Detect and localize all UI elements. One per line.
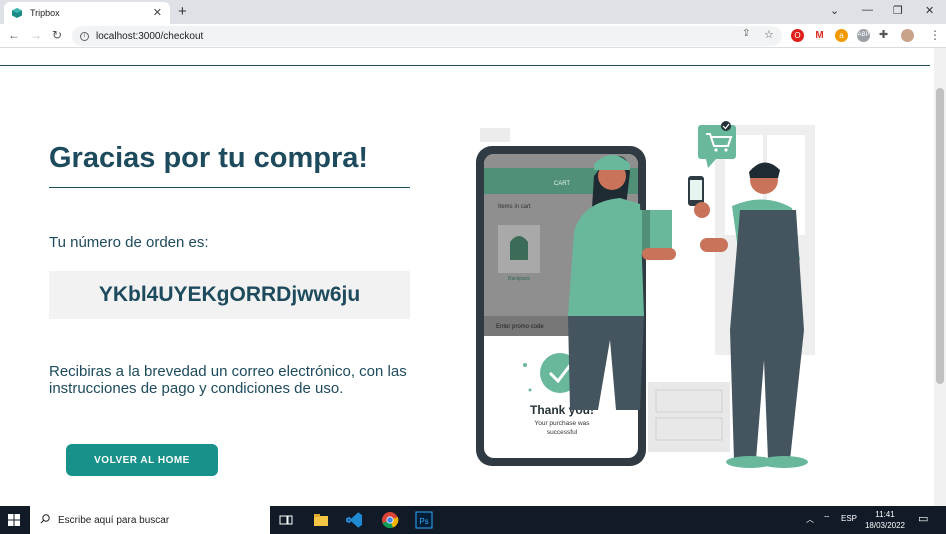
purchase-success-line1: Your purchase was: [534, 420, 590, 427]
clock-date: 18/03/2022: [864, 521, 906, 530]
close-tab-icon[interactable]: ✕: [153, 6, 162, 19]
notifications-icon[interactable]: ▭: [918, 512, 928, 525]
chrome-icon[interactable]: [380, 510, 400, 530]
order-number-box: YKbl4UYEKgORRDjww6ju: [49, 271, 410, 319]
wifi-icon[interactable]: ⌔: [823, 514, 831, 524]
close-window-icon[interactable]: ✕: [925, 4, 934, 17]
address-bar[interactable]: i localhost:3000/checkout: [72, 26, 782, 46]
reload-icon[interactable]: ↻: [52, 28, 62, 42]
page-scrollbar[interactable]: [934, 48, 946, 506]
profile-avatar[interactable]: [901, 29, 914, 42]
title-divider: [49, 187, 410, 188]
share-icon[interactable]: ⇪: [742, 28, 750, 39]
language-indicator[interactable]: ESP: [841, 514, 857, 523]
site-info-icon[interactable]: i: [80, 31, 89, 41]
tab-title: Tripbox: [30, 8, 60, 18]
cart-header-text: CART: [554, 181, 571, 187]
item-name-text: Backpack: [508, 276, 530, 282]
url-text: localhost:3000/checkout: [96, 30, 204, 42]
tab-search-icon[interactable]: ⌄: [830, 4, 839, 17]
back-to-home-button[interactable]: VOLVER AL HOME: [66, 444, 218, 476]
forward-icon[interactable]: →: [30, 28, 42, 42]
clock-time: 11:41: [875, 510, 895, 519]
browser-tab-strip: Tripbox ✕ + ⌄ — ❐ ✕: [0, 0, 946, 24]
taskbar-search-placeholder: Escribe aquí para buscar: [58, 514, 170, 526]
drawer-cabinet: [648, 382, 730, 452]
purchase-success-line2: successful: [547, 429, 578, 436]
tripbox-favicon-icon: [12, 8, 22, 18]
confirmation-message: Recibiras a la brevedad un correo electr…: [49, 363, 407, 397]
task-view-icon[interactable]: [276, 510, 296, 530]
bookmark-star-icon[interactable]: ☆: [764, 28, 774, 41]
navbar-bottom-border: [0, 65, 930, 66]
vscode-icon[interactable]: [345, 510, 365, 530]
browser-toolbar: ← → ↻ i localhost:3000/checkout ⇪ ☆ O M …: [0, 24, 946, 48]
tab-tripbox[interactable]: Tripbox ✕: [4, 2, 170, 24]
gmail-extension-icon[interactable]: M: [813, 29, 826, 42]
show-hidden-icons-icon[interactable]: ︿: [806, 514, 814, 525]
windows-taskbar: Escribe aquí para buscar Ps ︿ ⌔ ESP 11:4…: [0, 506, 946, 534]
promo-code-text: Enter promo code: [496, 324, 544, 330]
new-tab-icon[interactable]: +: [178, 3, 187, 20]
order-number: YKbl4UYEKgORRDjww6ju: [98, 283, 361, 306]
opera-extension-icon[interactable]: O: [791, 29, 804, 42]
extensions-puzzle-icon[interactable]: ✚: [879, 28, 888, 41]
avast-extension-icon[interactable]: a: [835, 29, 848, 42]
menu-kebab-icon[interactable]: ⋮: [929, 28, 941, 42]
adblock-extension-icon[interactable]: ABP: [857, 29, 870, 42]
thank-you-illustration: CART Items in cart Backpack Enter promo …: [476, 121, 815, 468]
back-icon[interactable]: ←: [8, 28, 20, 42]
svg-text:Ps: Ps: [419, 517, 428, 526]
taskbar-search-box[interactable]: Escribe aquí para buscar: [30, 506, 270, 534]
page-viewport: Gracias por tu compra! Tu número de orde…: [0, 48, 934, 506]
restore-icon[interactable]: ❐: [893, 4, 903, 17]
items-in-cart-text: Items in cart: [498, 204, 531, 210]
file-explorer-icon[interactable]: [311, 510, 331, 530]
minimize-icon[interactable]: —: [862, 4, 873, 16]
search-icon: [40, 514, 50, 524]
page-title: Gracias por tu compra!: [49, 142, 369, 174]
order-number-label: Tu número de orden es:: [49, 234, 209, 251]
photoshop-icon[interactable]: Ps: [414, 510, 434, 530]
taskbar-clock[interactable]: 11:41 18/03/2022: [862, 509, 908, 531]
backpack-icon: [510, 236, 528, 260]
windows-start-icon[interactable]: [8, 514, 20, 526]
scrollbar-thumb[interactable]: [936, 88, 944, 384]
